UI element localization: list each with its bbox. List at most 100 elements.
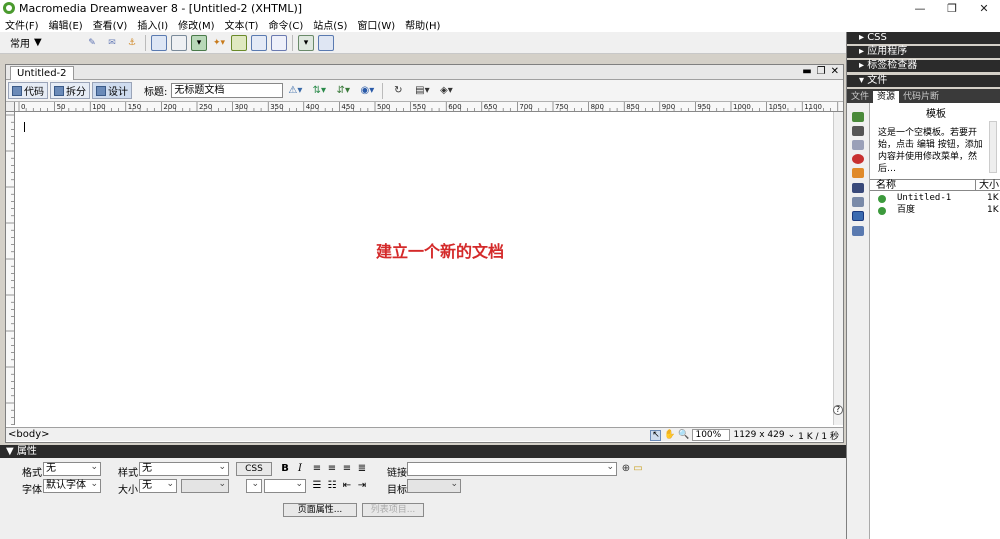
properties-header[interactable]: ▼ 属性 (0, 445, 846, 458)
refresh-icon[interactable]: ↻ (390, 84, 406, 98)
list-item[interactable]: Untitled-1 1K (870, 193, 1000, 204)
css-panel-header[interactable]: ▸ CSS (847, 32, 1000, 44)
text-color-picker[interactable] (246, 478, 262, 493)
view-options-icon[interactable]: ▤▾ (414, 84, 430, 98)
media-icon[interactable]: ✦▾ (211, 35, 227, 51)
server-include-icon[interactable] (251, 34, 267, 51)
link-input[interactable] (407, 461, 617, 476)
menu-text[interactable]: 文本(T) (220, 17, 264, 32)
text-color-input[interactable] (264, 478, 306, 493)
align-right-icon[interactable]: ≡ (341, 463, 353, 475)
menu-window[interactable]: 窗口(W) (352, 17, 400, 32)
tag-selector[interactable]: <body> (8, 429, 50, 440)
size-column-header[interactable]: 大小 (975, 180, 999, 191)
hand-tool-icon[interactable]: ✋ (664, 430, 675, 441)
help-icon[interactable]: ? (833, 405, 843, 415)
justify-icon[interactable]: ≣ (356, 463, 368, 475)
pointer-tool-icon[interactable]: ↖ (650, 429, 662, 441)
email-link-icon[interactable]: ✉ (104, 35, 120, 51)
tab-snippets[interactable]: 代码片断 (899, 91, 943, 103)
templates-asset-icon[interactable] (852, 211, 864, 221)
name-column-header[interactable]: 名称 (876, 180, 896, 191)
vertical-scrollbar[interactable] (833, 112, 843, 425)
urls-asset-icon[interactable] (852, 140, 864, 150)
link-label: 链接 (387, 468, 407, 479)
visual-aids-icon[interactable]: ◈▾ (438, 84, 454, 98)
upload-download-icon[interactable]: ⇵▾ (335, 84, 351, 98)
size-select[interactable]: 无 (139, 478, 177, 493)
italic-button[interactable]: I (294, 463, 306, 475)
split-view-button[interactable]: 拆分 (50, 82, 90, 99)
zoom-select[interactable]: 100% (692, 429, 731, 441)
layer-icon[interactable] (171, 34, 187, 51)
menu-insert[interactable]: 插入(I) (132, 17, 173, 32)
zoom-tool-icon[interactable]: 🔍 (678, 430, 689, 441)
chevron-down-icon[interactable]: ⌄ (788, 430, 796, 440)
point-to-file-icon[interactable]: ⊕ (620, 463, 632, 475)
menu-file[interactable]: 文件(F) (0, 17, 44, 32)
template-icon[interactable]: ▾ (298, 34, 314, 51)
tab-assets[interactable]: 资源 (873, 91, 900, 103)
doc-close-icon[interactable]: ✕ (831, 65, 839, 79)
menu-site[interactable]: 站点(S) (308, 17, 352, 32)
movies-asset-icon[interactable] (852, 183, 864, 193)
shockwave-asset-icon[interactable] (852, 168, 864, 178)
format-select[interactable]: 无 (43, 461, 101, 476)
application-panel-header[interactable]: ▸ 应用程序 (847, 46, 1000, 58)
indent-icon[interactable]: ⇥ (356, 480, 368, 492)
browse-folder-icon[interactable]: ▭ (632, 463, 644, 475)
scripts-asset-icon[interactable] (852, 197, 864, 207)
table-icon[interactable] (151, 34, 167, 51)
list-item[interactable]: 百度 1K (870, 205, 1000, 216)
window-size-select[interactable]: 1129 x 429 (733, 430, 784, 440)
tab-files[interactable]: 文件 (847, 91, 873, 103)
colors-asset-icon[interactable] (852, 126, 864, 136)
images-asset-icon[interactable] (852, 112, 864, 122)
font-select[interactable]: 默认字体 (43, 478, 101, 493)
design-view-button[interactable]: 设计 (92, 82, 132, 99)
outdent-icon[interactable]: ⇤ (341, 480, 353, 492)
design-canvas[interactable]: 建立一个新的文档 (15, 112, 843, 425)
document-tab[interactable]: Untitled-2 (10, 66, 74, 80)
files-panel-header[interactable]: ▾ 文件 (847, 75, 1000, 87)
ordered-list-icon[interactable]: ☷ (326, 480, 338, 492)
menu-modify[interactable]: 修改(M) (173, 17, 219, 32)
flash-asset-icon[interactable] (852, 154, 864, 164)
menu-view[interactable]: 查看(V) (88, 17, 133, 32)
unordered-list-icon[interactable]: ☰ (311, 480, 323, 492)
image-icon[interactable]: ▾ (191, 34, 207, 51)
menu-help[interactable]: 帮助(H) (400, 17, 445, 32)
bold-button[interactable]: B (279, 463, 291, 475)
code-view-icon (12, 85, 22, 96)
code-view-button[interactable]: 代码 (8, 82, 48, 99)
assets-panel-content: 模板 这是一个空模板。若要开始，点击 编辑 按钮，添加内容并使用修改菜单，然后…… (869, 103, 1000, 539)
comment-icon[interactable] (271, 34, 287, 51)
doc-title-input[interactable]: 无标题文档 (171, 83, 284, 98)
menu-edit[interactable]: 编辑(E) (44, 17, 88, 32)
properties-panel: 格式 无 样式 无 CSS B I ≡ ≡ ≡ ≣ 链接 ⊕ ▭ 字体 默认字体… (0, 458, 846, 539)
restore-button[interactable]: ❐ (936, 0, 968, 16)
align-center-icon[interactable]: ≡ (326, 463, 338, 475)
css-button[interactable]: CSS (236, 462, 272, 476)
browser-compat-icon[interactable]: ⚠▾ (287, 84, 303, 98)
menu-commands[interactable]: 命令(C) (263, 17, 308, 32)
named-anchor-icon[interactable]: ⚓ (124, 35, 140, 51)
style-select[interactable]: 无 (139, 461, 229, 476)
align-left-icon[interactable]: ≡ (311, 463, 323, 475)
hyperlink-icon[interactable]: ✎ (84, 35, 100, 51)
ruler-origin[interactable] (6, 102, 15, 112)
minimize-button[interactable]: — (904, 0, 936, 16)
doc-minimize-icon[interactable]: ▬ (802, 65, 811, 79)
tag-chooser-icon[interactable] (318, 34, 334, 51)
preview-scrollbar[interactable] (989, 121, 997, 173)
library-asset-icon[interactable] (852, 226, 864, 236)
file-management-icon[interactable]: ⇅▾ (311, 84, 327, 98)
dreamweaver-logo-icon (3, 2, 15, 14)
tag-inspector-panel-header[interactable]: ▸ 标签检查器 (847, 60, 1000, 72)
insert-category-select[interactable]: 常用 ▼ (10, 35, 52, 51)
date-icon[interactable] (231, 34, 247, 51)
page-properties-button[interactable]: 页面属性... (283, 503, 357, 517)
preview-browser-icon[interactable]: ◉▾ (359, 84, 375, 98)
doc-restore-icon[interactable]: ❐ (817, 65, 826, 79)
close-button[interactable]: ✕ (968, 0, 1000, 16)
